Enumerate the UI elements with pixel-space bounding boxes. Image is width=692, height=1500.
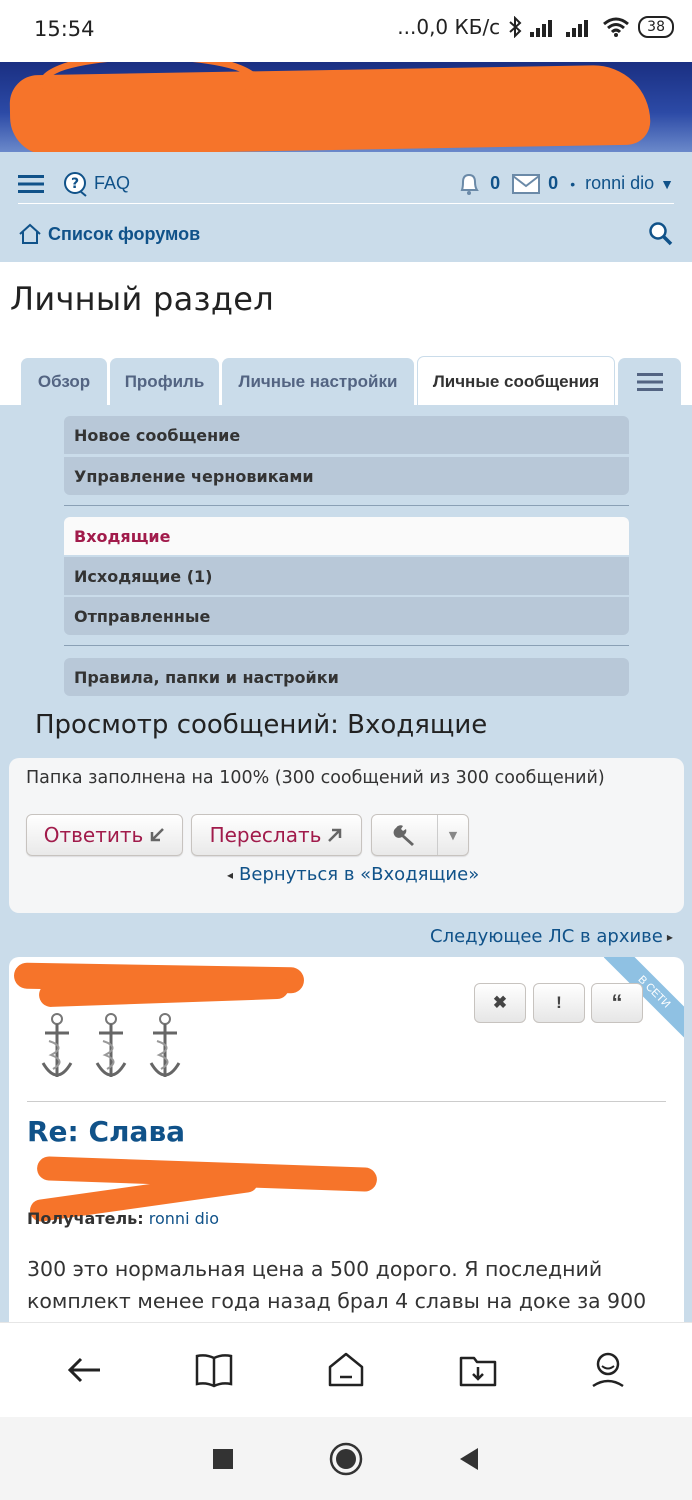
chevron-down-icon: ▼	[660, 175, 674, 192]
tab-more-menu[interactable]	[618, 358, 681, 406]
recipient-row: Получатель: ronni dio	[27, 1209, 219, 1228]
tab-private-messages[interactable]: Личные сообщения	[417, 356, 615, 406]
user-rank-image	[39, 1011, 183, 1087]
message-body: 300 это нормальная цена а 500 дорого. Я …	[27, 1257, 647, 1313]
folder-status: Папка заполнена на 100% (300 сообщений и…	[26, 768, 605, 788]
tab-profile[interactable]: Профиль	[110, 358, 219, 406]
wifi-icon	[602, 16, 630, 38]
signal-icon-2	[566, 17, 594, 37]
profile-avatar-icon[interactable]	[590, 1351, 626, 1389]
delete-button[interactable]: ✖	[474, 983, 526, 1023]
tab-preferences[interactable]: Личные настройки	[222, 358, 414, 406]
menu-drafts[interactable]: Управление черновиками	[64, 457, 629, 495]
bell-icon	[460, 173, 480, 195]
notifications-button[interactable]: 0	[456, 171, 500, 197]
reply-button[interactable]: Ответить	[26, 814, 183, 856]
forward-label: Переслать	[209, 823, 322, 847]
nav-separator: •	[570, 175, 576, 192]
reply-label: Ответить	[43, 823, 144, 847]
ucp-tabs: Обзор Профиль Личные настройки Личные со…	[0, 350, 692, 406]
user-menu[interactable]: ronni dio ▼	[585, 173, 674, 194]
menu-inbox[interactable]: Входящие	[64, 517, 629, 555]
menu-divider	[64, 505, 629, 506]
return-label: Вернуться в «Входящие»	[239, 864, 480, 885]
report-button[interactable]: !	[533, 983, 585, 1023]
bluetooth-icon	[508, 16, 522, 38]
menu-rules-folders-settings[interactable]: Правила, папки и настройки	[64, 658, 629, 696]
search-icon[interactable]	[648, 221, 674, 247]
browser-toolbar	[0, 1322, 692, 1417]
back-arrow-icon[interactable]	[66, 1355, 102, 1385]
return-to-inbox-link[interactable]: ◂ Вернуться в «Входящие»	[227, 864, 479, 885]
post-divider	[27, 1101, 666, 1102]
svg-text:?: ?	[71, 176, 79, 192]
battery-icon: 38	[638, 16, 674, 38]
anchor-icon	[149, 1013, 181, 1077]
wrench-icon	[393, 825, 414, 846]
menu-new-message[interactable]: Новое сообщение	[64, 416, 629, 454]
network-speed: ...0,0 КБ/с	[397, 15, 501, 39]
bookmarks-book-icon[interactable]	[194, 1352, 234, 1388]
next-pm-link[interactable]: Следующее ЛС в архиве ▸	[430, 926, 673, 947]
signal-icon	[530, 17, 558, 37]
username: ronni dio	[585, 173, 655, 193]
hamburger-icon	[636, 373, 663, 391]
anchor-icon	[41, 1013, 73, 1077]
forum-navbar: ? FAQ 0 0 • ronni dio ▼ Список форумов	[0, 152, 692, 262]
tab-overview[interactable]: Обзор	[21, 358, 107, 406]
caret-down-icon: ▼	[448, 828, 458, 842]
faq-label: FAQ	[94, 173, 131, 193]
forum-index-link[interactable]: Список форумов	[18, 222, 200, 246]
menu-outbox[interactable]: Исходящие (1)	[64, 557, 629, 595]
message-actions-box: Папка заполнена на 100% (300 сообщений и…	[9, 758, 684, 913]
envelope-icon	[512, 173, 541, 194]
menu-divider	[64, 645, 629, 646]
back-triangle-icon[interactable]	[458, 1447, 480, 1471]
next-label: Следующее ЛС в архиве	[430, 926, 663, 947]
recipient-label: Получатель:	[27, 1209, 144, 1228]
message-title[interactable]: Re: Слава	[27, 1115, 185, 1148]
close-icon: ✖	[492, 993, 508, 1012]
clock: 15:54	[34, 17, 95, 41]
hamburger-menu-icon[interactable]	[18, 174, 44, 194]
tools-dropdown-button[interactable]: ▼	[371, 814, 469, 856]
arrow-up-right-icon	[328, 828, 342, 842]
private-messages-button[interactable]: 0	[512, 173, 558, 195]
faq-link[interactable]: ? FAQ	[62, 171, 130, 197]
page-title: Личный раздел	[10, 280, 275, 318]
notifications-count: 0	[490, 173, 501, 193]
menu-sent[interactable]: Отправленные	[64, 597, 629, 635]
view-title: Просмотр сообщений: Входящие	[35, 710, 488, 740]
forum-index-label: Список форумов	[48, 223, 201, 244]
forward-button[interactable]: Переслать	[191, 814, 362, 856]
forum-banner	[0, 62, 692, 154]
home-tab-icon[interactable]	[326, 1351, 366, 1389]
quote-button[interactable]: “	[591, 983, 643, 1023]
home-icon	[19, 223, 41, 244]
home-circle-icon[interactable]	[329, 1442, 363, 1476]
recipient-link[interactable]: ronni dio	[149, 1209, 219, 1228]
anchor-icon	[95, 1013, 127, 1077]
messages-count: 0	[548, 173, 559, 193]
status-icons: ...0,0 КБ/с 38	[397, 15, 674, 39]
status-bar: 15:54 ...0,0 КБ/с 38	[0, 0, 692, 62]
recents-square-icon[interactable]	[212, 1448, 234, 1470]
exclamation-icon: !	[556, 993, 562, 1012]
chevron-right-icon: ▸	[666, 929, 673, 944]
quote-icon: “	[611, 990, 623, 1015]
system-navigation-bar	[0, 1417, 692, 1500]
downloads-icon[interactable]	[458, 1352, 498, 1388]
message-post: В СЕТИ ✖ ! “ Re: Слава Получатель: ronni…	[9, 957, 684, 1337]
chevron-left-icon: ◂	[227, 867, 234, 882]
arrow-down-left-icon	[151, 828, 165, 842]
faq-icon: ?	[64, 171, 87, 197]
